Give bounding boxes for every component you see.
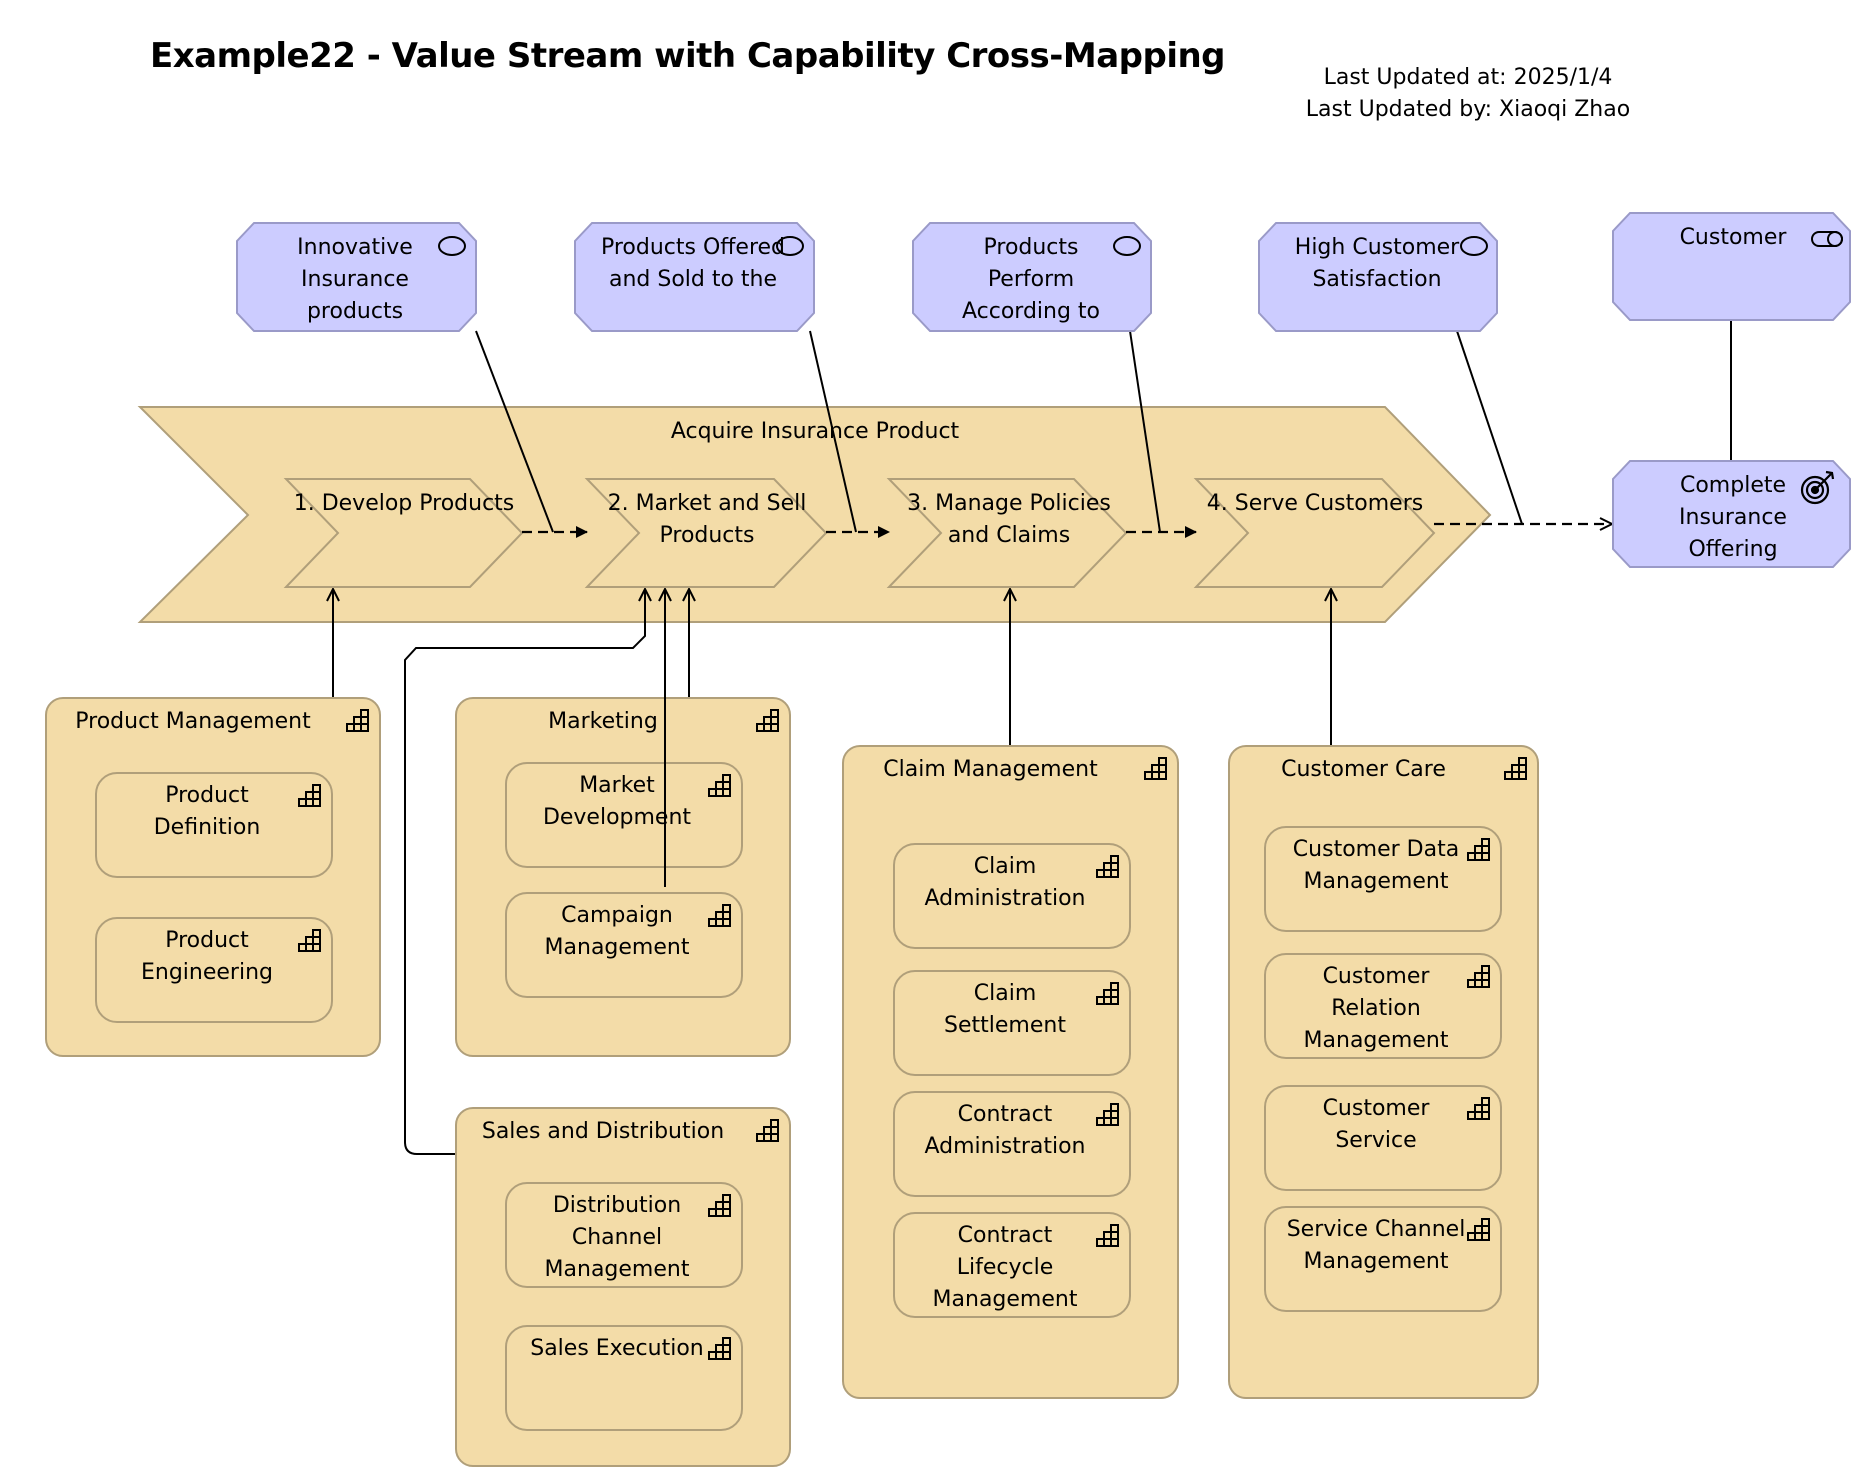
capability-icon: [1503, 755, 1529, 781]
capability-item-label: Customer Relation Management: [1303, 964, 1449, 1053]
capability-icon: [1095, 980, 1121, 1006]
capability-item[interactable]: Sales Execution: [505, 1325, 743, 1431]
capability-group-label: Product Management: [75, 709, 311, 734]
capability-icon: [755, 1117, 781, 1143]
capability-icon: [1095, 1101, 1121, 1127]
capability-icon: [1466, 963, 1492, 989]
capability-item[interactable]: Service Channel Management: [1264, 1206, 1502, 1312]
capability-group-label: Marketing: [548, 709, 658, 734]
capability-icon: [1095, 853, 1121, 879]
capability-item[interactable]: Market Development: [505, 762, 743, 868]
capability-item-label: Customer Data Management: [1292, 837, 1460, 894]
capability-group-label: Customer Care: [1281, 757, 1446, 782]
capability-group-label: Sales and Distribution: [481, 1119, 725, 1144]
capability-item-label: Sales Execution: [530, 1336, 704, 1361]
capability-item[interactable]: Claim Administration: [893, 843, 1131, 949]
capability-item-label: Claim Settlement: [944, 981, 1066, 1038]
outcome-1-label: Innovative Insurance products: [297, 235, 413, 324]
value-stream-label: Acquire Insurance Product: [670, 419, 960, 444]
capability-item-label: Contract Administration: [924, 1102, 1086, 1159]
capability-icon: [345, 707, 371, 733]
capability-item[interactable]: Claim Settlement: [893, 970, 1131, 1076]
capability-item[interactable]: Contract Lifecycle Management: [893, 1212, 1131, 1318]
value-label: Complete Insurance Offering: [1679, 473, 1787, 562]
capability-item-label: Product Engineering: [141, 928, 273, 985]
stage-2-label: 2. Market and Sell Products: [607, 491, 807, 548]
capability-group[interactable]: Customer Care Customer Data Management Cus…: [1228, 745, 1539, 1399]
capability-icon: [297, 782, 323, 808]
capability-icon: [297, 927, 323, 953]
capability-icon: [1143, 755, 1169, 781]
outcome-4-label: High Customer Satisfaction: [1294, 235, 1460, 292]
capability-item-label: Claim Administration: [924, 854, 1086, 911]
stage-3-label: 3. Manage Policies and Claims: [907, 491, 1111, 548]
capability-group[interactable]: Claim Management Claim Administration Clai…: [842, 745, 1179, 1399]
stage-4-label: 4. Serve Customers: [1206, 491, 1424, 516]
capability-item-label: Service Channel Management: [1286, 1217, 1466, 1274]
capability-item[interactable]: Product Definition: [95, 772, 333, 878]
capability-group[interactable]: Sales and Distribution Distribution Chann…: [455, 1107, 791, 1467]
capability-item-label: Campaign Management: [544, 903, 690, 960]
capability-item[interactable]: Contract Administration: [893, 1091, 1131, 1197]
capability-group-label: Claim Management: [883, 757, 1098, 782]
capability-icon: [707, 1335, 733, 1361]
capability-item-label: Contract Lifecycle Management: [932, 1223, 1078, 1312]
outcome-3-label: Products Perform According to: [961, 235, 1101, 324]
capability-group[interactable]: Product Management Product Definition Prod…: [45, 697, 381, 1057]
outcome-2-label: Products Offered and Sold to the: [600, 235, 786, 292]
capability-item[interactable]: Product Engineering: [95, 917, 333, 1023]
capability-item[interactable]: Customer Relation Management: [1264, 953, 1502, 1059]
capability-item[interactable]: Campaign Management: [505, 892, 743, 998]
capability-item[interactable]: Customer Service: [1264, 1085, 1502, 1191]
capability-icon: [1466, 1216, 1492, 1242]
capability-item-label: Product Definition: [153, 783, 261, 840]
capability-icon: [707, 902, 733, 928]
capability-group[interactable]: Marketing Market Development Campaign Mana…: [455, 697, 791, 1057]
capability-item[interactable]: Distribution Channel Management: [505, 1182, 743, 1288]
capability-icon: [1466, 836, 1492, 862]
capability-icon: [707, 772, 733, 798]
stakeholder-label: Customer: [1679, 225, 1787, 250]
capability-item[interactable]: Customer Data Management: [1264, 826, 1502, 932]
capability-icon: [1095, 1222, 1121, 1248]
capability-icon: [1466, 1095, 1492, 1121]
stage-1-label: 1. Develop Products: [293, 491, 515, 516]
capability-item-label: Distribution Channel Management: [544, 1193, 690, 1282]
capability-item-label: Customer Service: [1322, 1096, 1430, 1153]
capability-item-label: Market Development: [542, 773, 692, 830]
capability-icon: [707, 1192, 733, 1218]
capability-icon: [755, 707, 781, 733]
